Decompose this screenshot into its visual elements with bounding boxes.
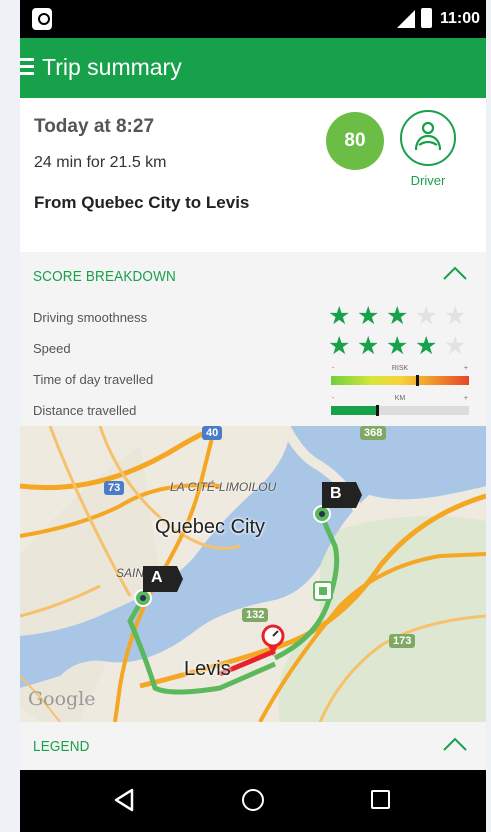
city-label-levis: Levis — [184, 658, 231, 680]
highway-73-shield: 73 — [104, 481, 125, 495]
marker-b-label: B — [330, 485, 342, 502]
back-triangle-icon[interactable] — [113, 788, 135, 817]
steering-driver-icon[interactable] — [400, 110, 456, 166]
status-bar: 11:00 — [20, 0, 486, 38]
star-filled-icon: ★ — [328, 302, 351, 330]
marker-b-flag[interactable]: B — [322, 482, 362, 508]
highway-173-shield: 173 — [389, 634, 416, 648]
signal-icon — [397, 10, 415, 28]
risk-bar-group: - RISK + — [331, 365, 469, 389]
screen-frame: 11:00 Trip summary Today at 8:27 24 min … — [0, 0, 491, 832]
row-label-smoothness: Driving smoothness — [33, 310, 148, 325]
km-marker — [375, 405, 379, 416]
star-empty-icon: ★ — [415, 302, 438, 330]
star-filled-icon: ★ — [386, 302, 409, 330]
hamburger-menu-icon[interactable] — [20, 58, 34, 76]
highway-368-shield: 368 — [360, 426, 387, 440]
score-breakdown-section: SCORE BREAKDOWN Driving smoothness ★ ★ ★ ★ ★… — [20, 252, 486, 426]
row-label-speed: Speed — [33, 341, 71, 356]
star-filled-icon: ★ — [386, 332, 409, 360]
star-empty-icon: ★ — [444, 332, 467, 360]
marker-a-flag[interactable]: A — [143, 566, 183, 592]
risk-marker — [415, 375, 419, 386]
km-bar-name: KM — [394, 395, 406, 402]
trip-route: From Quebec City to Levis — [34, 193, 250, 212]
trip-time: Today at 8:27 — [34, 116, 155, 137]
home-circle-icon[interactable] — [242, 789, 264, 811]
location-pin-icon — [32, 8, 52, 30]
area-label-limoilou: LA CITÉ-LIMOILOU — [170, 480, 277, 494]
risk-max-label: + — [463, 365, 468, 372]
star-filled-icon: ★ — [357, 332, 380, 360]
map-canvas — [20, 426, 486, 722]
risk-bar-name: RISK — [391, 365, 409, 372]
score-breakdown-title: SCORE BREAKDOWN — [33, 268, 176, 285]
highway-132-shield: 132 — [242, 608, 269, 622]
highway-40-shield: 40 — [202, 426, 223, 440]
recents-square-icon[interactable] — [371, 790, 390, 809]
row-label-time-of-day: Time of day travelled — [33, 372, 154, 387]
star-filled-icon: ★ — [328, 332, 351, 360]
star-empty-icon: ★ — [444, 302, 467, 330]
legend-chevron-up-icon[interactable] — [442, 735, 468, 753]
trip-duration: 24 min for 21.5 km — [34, 154, 167, 171]
marker-a-label: A — [151, 569, 163, 586]
map-attribution: Google — [28, 688, 96, 710]
star-filled-icon: ★ — [357, 302, 380, 330]
trip-summary-card: Today at 8:27 24 min for 21.5 km From Qu… — [20, 98, 486, 252]
chevron-up-icon[interactable] — [442, 264, 468, 282]
row-label-distance: Distance travelled — [33, 403, 137, 418]
page-title: Trip summary — [42, 54, 182, 80]
km-max-label: + — [463, 395, 468, 402]
driver-label[interactable]: Driver — [400, 173, 456, 188]
km-bar-group: - KM + — [331, 395, 469, 419]
status-time: 11:00 — [440, 10, 481, 27]
star-filled-icon: ★ — [415, 332, 438, 360]
app-bar: Trip summary — [20, 38, 486, 98]
risk-bar — [331, 375, 469, 386]
legend-section[interactable]: LEGEND — [20, 722, 486, 770]
battery-icon — [421, 8, 432, 28]
phone-screen: 11:00 Trip summary Today at 8:27 24 min … — [20, 0, 486, 832]
legend-title: LEGEND — [33, 738, 90, 755]
trip-map[interactable]: 40 73 368 132 173 LA CITÉ-LIMOILOU SAINT… — [20, 426, 486, 722]
km-fill — [331, 406, 377, 415]
km-bar — [331, 405, 469, 416]
city-label-quebec: Quebec City — [155, 516, 266, 538]
system-nav-bar — [20, 770, 486, 832]
trip-score-badge: 80 — [326, 112, 384, 170]
